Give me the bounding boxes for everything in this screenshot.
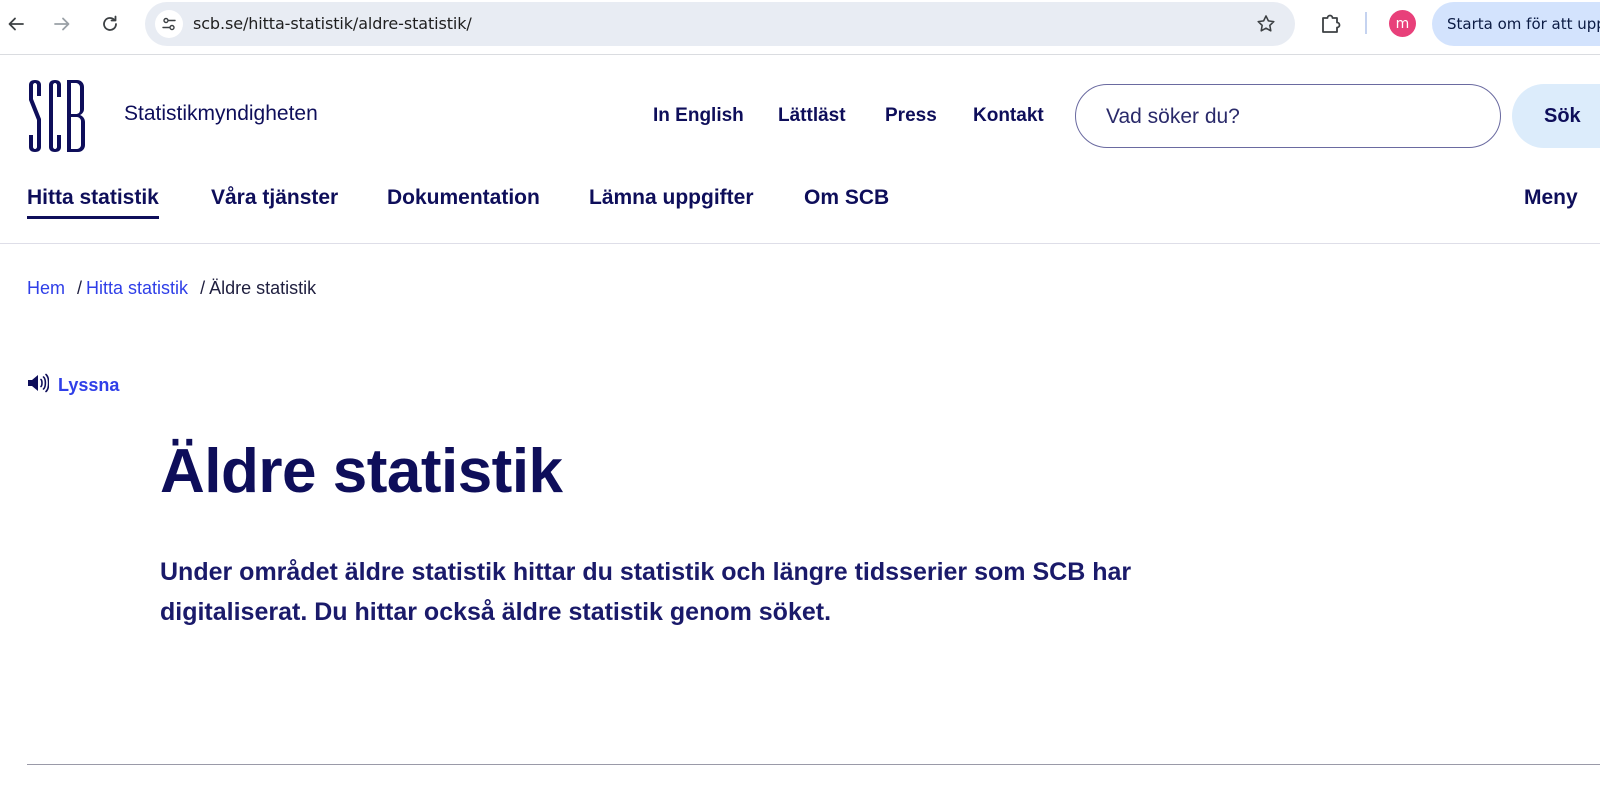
header-divider	[0, 243, 1600, 244]
breadcrumb-link-hem[interactable]: Hem	[27, 278, 65, 298]
search-button[interactable]: Sök	[1512, 84, 1600, 148]
address-bar[interactable]: scb.se/hitta-statistik/aldre-statistik/	[145, 2, 1295, 46]
url-text[interactable]: scb.se/hitta-statistik/aldre-statistik/	[193, 14, 472, 33]
speaker-icon	[28, 373, 49, 393]
toolbar-divider	[1365, 12, 1367, 34]
page-title: Äldre statistik	[160, 437, 563, 506]
menu-button[interactable]: Meny	[1524, 186, 1578, 210]
content-divider	[27, 764, 1600, 765]
back-button[interactable]	[0, 8, 32, 40]
reload-icon	[103, 15, 117, 31]
nav-hitta-statistik[interactable]: Hitta statistik	[27, 186, 159, 219]
link-kontakt[interactable]: Kontakt	[973, 105, 1044, 127]
breadcrumb-separator: /	[200, 278, 206, 298]
nav-vara-tjanster[interactable]: Våra tjänster	[211, 186, 338, 210]
nav-lamna-uppgifter[interactable]: Lämna uppgifter	[589, 186, 754, 210]
link-in-english[interactable]: In English	[653, 105, 744, 127]
nav-om-scb[interactable]: Om SCB	[804, 186, 889, 210]
extensions-icon[interactable]	[1318, 10, 1344, 36]
reload-button[interactable]	[94, 8, 126, 40]
restart-update-button[interactable]: Starta om för att uppdatera	[1432, 2, 1600, 46]
search-field[interactable]	[1075, 84, 1501, 148]
breadcrumb-link-hitta-statistik[interactable]: Hitta statistik	[86, 278, 188, 298]
site-info-button[interactable]	[155, 10, 183, 38]
organization-name[interactable]: Statistikmyndigheten	[124, 102, 318, 126]
browser-toolbar: scb.se/hitta-statistik/aldre-statistik/ …	[0, 0, 1600, 55]
link-press[interactable]: Press	[885, 105, 937, 127]
bookmark-star-icon[interactable]	[1255, 13, 1277, 35]
breadcrumb-current: Äldre statistik	[209, 278, 317, 298]
lead-paragraph: Under området äldre statistik hittar du …	[160, 558, 1132, 626]
forward-button[interactable]	[46, 8, 78, 40]
arrow-right-icon	[54, 17, 70, 31]
arrow-left-icon	[8, 17, 24, 31]
search-input[interactable]	[1106, 103, 1466, 131]
breadcrumb: Hem / Hitta statistik / Äldre statistik	[27, 278, 316, 299]
breadcrumb-separator: /	[77, 278, 83, 298]
listen-label[interactable]: Lyssna	[58, 375, 119, 396]
listen-button[interactable]: Lyssna	[27, 370, 119, 396]
tune-icon	[162, 17, 176, 31]
nav-dokumentation[interactable]: Dokumentation	[387, 186, 540, 210]
profile-avatar[interactable]: m	[1389, 10, 1416, 37]
link-lattlast[interactable]: Lättläst	[778, 105, 846, 127]
scb-logo[interactable]	[27, 80, 91, 152]
